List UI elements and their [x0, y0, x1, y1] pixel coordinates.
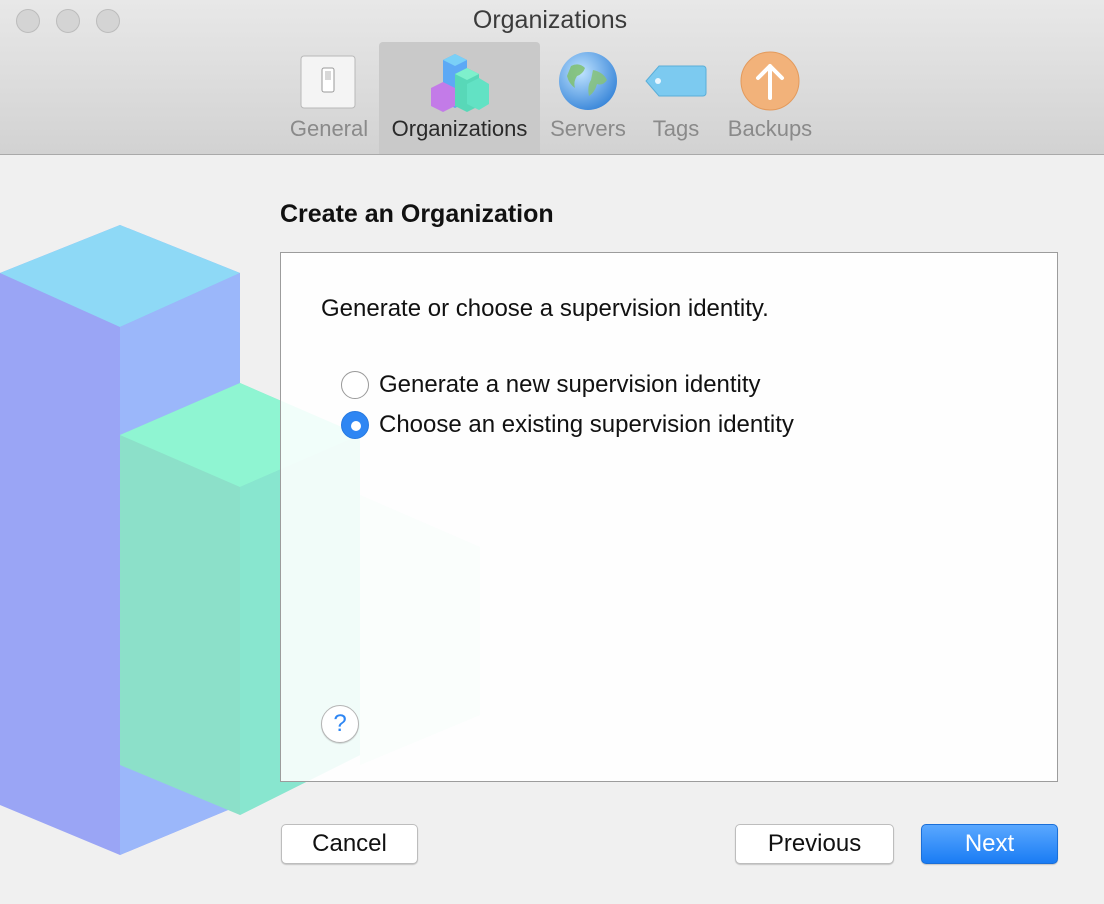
identity-panel: Generate or choose a supervision identit…	[280, 252, 1058, 782]
upload-arrow-icon	[739, 50, 801, 112]
globe-icon	[557, 50, 619, 112]
tab-servers-label: Servers	[550, 116, 626, 141]
blocks-icon	[429, 50, 491, 112]
tab-tags[interactable]: Tags	[640, 42, 712, 154]
radio-generate-identity[interactable]: Generate a new supervision identity	[341, 369, 761, 401]
radio-label: Generate a new supervision identity	[379, 371, 761, 398]
next-button[interactable]: Next	[921, 824, 1058, 864]
radio-button-selected[interactable]	[341, 411, 369, 439]
tab-tags-label: Tags	[652, 116, 700, 141]
tab-organizations-label: Organizations	[391, 116, 528, 141]
radio-button[interactable]	[341, 371, 369, 399]
tab-general[interactable]: General	[283, 42, 375, 154]
help-button[interactable]: ?	[321, 705, 359, 743]
window-title: Organizations	[472, 6, 628, 34]
page-heading: Create an Organization	[280, 200, 554, 228]
window-titlebar: Organizations General Organizations Serv…	[0, 0, 1104, 155]
previous-button[interactable]: Previous	[735, 824, 894, 864]
cancel-button[interactable]: Cancel	[281, 824, 418, 864]
tab-servers[interactable]: Servers	[544, 42, 632, 154]
tab-general-label: General	[289, 116, 369, 141]
tab-organizations[interactable]: Organizations	[379, 42, 540, 154]
tag-icon	[645, 50, 707, 112]
switch-icon	[298, 50, 360, 112]
radio-label: Choose an existing supervision identity	[379, 411, 794, 438]
radio-choose-identity[interactable]: Choose an existing supervision identity	[341, 409, 794, 441]
instruction-text: Generate or choose a supervision identit…	[321, 295, 769, 322]
tab-backups[interactable]: Backups	[720, 42, 820, 154]
tab-backups-label: Backups	[727, 116, 813, 141]
